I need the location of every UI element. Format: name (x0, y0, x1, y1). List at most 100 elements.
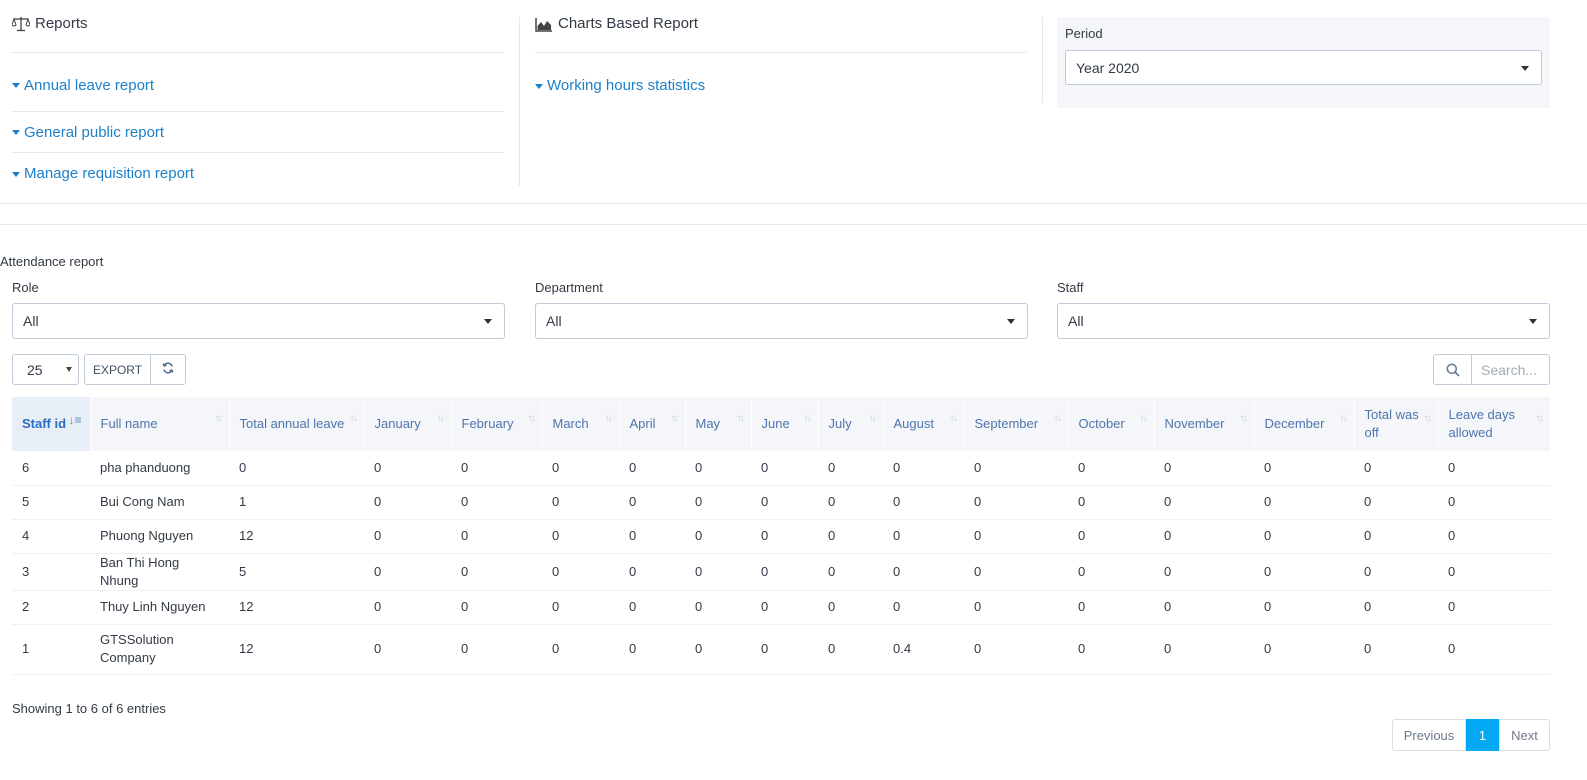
column-header-july[interactable]: July ↑↓ (818, 397, 884, 451)
table-cell: 0 (964, 553, 1068, 591)
sort-icon: ↑↓ (1339, 413, 1348, 424)
table-cell: 1 (12, 624, 90, 675)
table-cell: 0 (619, 451, 685, 486)
search-icon[interactable] (1433, 354, 1472, 385)
staff-filter-label: Staff (1057, 280, 1084, 295)
table-cell: 0 (1068, 485, 1154, 520)
sort-icon: ↑↓ (214, 413, 223, 424)
table-cell: Thuy Linh Nguyen (90, 590, 229, 625)
table-cell: 0 (1438, 485, 1550, 520)
table-row: 1 GTSSolution Company 12 0 0 0 0 0 0 0 0.4 0 0 0 0 0 0 (12, 624, 1550, 675)
table-cell: GTSSolution Company (90, 624, 229, 675)
column-header-january[interactable]: January ↑↓ (364, 397, 452, 451)
table-cell: 0.4 (883, 624, 964, 675)
table-cell: 0 (619, 519, 685, 554)
table-row: 5 Bui Cong Nam 1 0 0 0 0 0 0 0 0 0 0 0 0 0 0 (12, 485, 1550, 520)
table-cell: 0 (1068, 624, 1154, 675)
table-cell: 12 (229, 624, 364, 675)
column-header-total-was-off[interactable]: Total was off ↑↓ (1354, 397, 1439, 451)
page-length-select[interactable]: 25 (12, 354, 79, 385)
table-cell: 0 (1354, 624, 1438, 675)
column-header-leave-days-allowed[interactable]: Leave days allowed ↑↓ (1438, 397, 1551, 451)
column-header-october[interactable]: October ↑↓ (1068, 397, 1155, 451)
table-cell: 12 (229, 519, 364, 554)
table-cell: 0 (1354, 590, 1438, 625)
column-header-total-annual-leave[interactable]: Total annual leave ↑↓ (229, 397, 365, 451)
table-cell: 0 (883, 451, 964, 486)
working-hours-statistics-link[interactable]: Working hours statistics (535, 53, 1027, 112)
role-select[interactable]: All (12, 303, 505, 339)
chevron-down-icon (1529, 319, 1537, 324)
table-cell: 3 (12, 553, 90, 591)
reports-title: Reports (35, 15, 88, 32)
charts-column: Charts Based Report Working hours statis… (535, 0, 1027, 112)
table-cell: 0 (964, 451, 1068, 486)
table-cell: 0 (1154, 451, 1254, 486)
column-header-june[interactable]: June ↑↓ (751, 397, 819, 451)
table-cell: 12 (229, 590, 364, 625)
general-public-report-link[interactable]: General public report (12, 112, 504, 153)
table-row: 3 Ban Thi Hong Nhung 5 0 0 0 0 0 0 0 0 0 0 0 0 0 0 (12, 553, 1550, 591)
staff-select[interactable]: All (1057, 303, 1550, 339)
table-cell: 0 (364, 451, 451, 486)
column-header-april[interactable]: April ↑↓ (619, 397, 686, 451)
sort-icon: ↑↓ (349, 413, 358, 424)
table-cell: 0 (818, 553, 883, 591)
search-input[interactable] (1472, 354, 1550, 385)
column-header-full-name[interactable]: Full name ↑↓ (90, 397, 230, 451)
annual-leave-report-link[interactable]: Annual leave report (12, 53, 504, 112)
column-header-february[interactable]: February ↑↓ (451, 397, 543, 451)
section-divider (0, 203, 1587, 204)
table-cell: 0 (818, 624, 883, 675)
sort-icon: ↑↓ (736, 413, 745, 424)
column-header-label: April (629, 416, 656, 431)
period-select[interactable]: Year 2020 (1065, 50, 1542, 85)
column-header-label: October (1078, 416, 1125, 431)
table-cell: 0 (964, 485, 1068, 520)
department-select[interactable]: All (535, 303, 1028, 339)
table-actions: EXPORT (84, 354, 186, 385)
previous-page-button[interactable]: Previous (1392, 719, 1466, 751)
column-header-label: February (461, 416, 514, 431)
column-header-december[interactable]: December ↑↓ (1254, 397, 1355, 451)
column-header-march[interactable]: March ↑↓ (542, 397, 620, 451)
next-page-button[interactable]: Next (1499, 719, 1550, 751)
table-cell: 0 (751, 485, 818, 520)
table-cell: 0 (751, 553, 818, 591)
column-header-november[interactable]: November ↑↓ (1154, 397, 1255, 451)
manage-requisition-report-link[interactable]: Manage requisition report (12, 153, 504, 194)
table-cell: 0 (1068, 590, 1154, 625)
attendance-report-title: Attendance report (0, 254, 104, 269)
attendance-table-body: 6 pha phanduong 0 0 0 0 0 0 0 0 0 0 0 0 0 0 0 5 Bui Cong N… (12, 451, 1550, 675)
sort-icon: ↑↓ (436, 413, 445, 424)
charts-title: Charts Based Report (558, 15, 699, 32)
table-cell: 0 (451, 624, 542, 675)
column-header-may[interactable]: May ↑↓ (685, 397, 752, 451)
staff-select-value: All (1068, 313, 1084, 329)
export-button[interactable]: EXPORT (84, 354, 151, 385)
table-cell: 0 (685, 519, 751, 554)
manage-requisition-report-label: Manage requisition report (24, 165, 195, 182)
table-cell: 6 (12, 451, 90, 486)
column-header-label: September (974, 416, 1039, 431)
column-header-label: Full name (100, 416, 158, 431)
table-cell: 0 (1354, 553, 1438, 591)
column-header-label: Staff id (22, 416, 67, 431)
column-header-staff-id[interactable]: Staff id ↓≡ (12, 397, 91, 451)
table-info: Showing 1 to 6 of 6 entries (12, 701, 166, 716)
refresh-icon (162, 362, 174, 377)
column-header-label: Total annual leave (239, 416, 345, 431)
table-cell: 0 (685, 451, 751, 486)
column-header-august[interactable]: August ↑↓ (883, 397, 965, 451)
table-cell: 0 (1068, 553, 1154, 591)
table-row: 4 Phuong Nguyen 12 0 0 0 0 0 0 0 0 0 0 0 0 0 0 (12, 519, 1550, 554)
caret-down-icon (535, 83, 543, 89)
sort-icon: ↑↓ (1535, 413, 1544, 424)
table-cell: 0 (619, 590, 685, 625)
column-header-september[interactable]: September ↑↓ (964, 397, 1069, 451)
working-hours-statistics-label: Working hours statistics (547, 77, 706, 94)
table-cell: 1 (229, 485, 364, 520)
current-page-button[interactable]: 1 (1466, 719, 1499, 751)
reload-button[interactable] (151, 354, 186, 385)
chevron-down-icon (66, 367, 72, 372)
